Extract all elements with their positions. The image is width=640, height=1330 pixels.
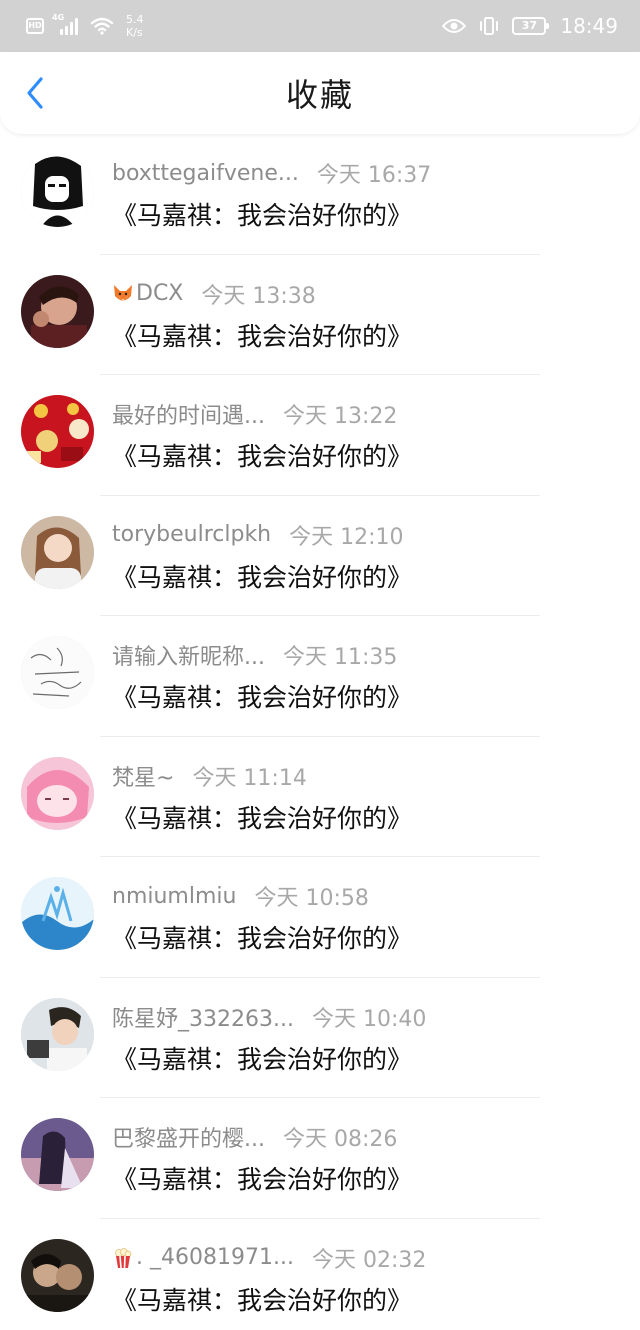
username: . _46081971... [112,1245,294,1270]
speed-value: 5.4 [126,13,144,26]
username: 最好的时间遇... [112,404,265,429]
message-text: 《马嘉祺：我会治好你的》 [112,321,413,351]
wifi-icon [90,17,114,35]
back-button[interactable] [18,76,52,110]
page-title: 收藏 [285,76,354,114]
hd-icon: HD [26,18,44,34]
message-text: 《马嘉祺：我会治好你的》 [112,683,413,712]
message-text: 《马嘉祺：我会治好你的》 [112,1044,413,1074]
timestamp: 今天 16:37 [316,163,432,188]
item-meta: 陈星妤_332263... 今天 10:40 [112,1002,426,1032]
avatar[interactable] [21,756,94,830]
avatar-bw-girl-icon [21,154,94,227]
network-type-label: 4G [52,13,65,22]
item-meta: 梵星~ 今天 11:14 [112,761,307,791]
eye-icon [442,19,467,33]
vibrate-icon [480,17,499,35]
message-text: 《马嘉祺：我会治好你的》 [112,803,413,833]
status-time: 18:49 [560,14,618,38]
username: 请输入新昵称... [112,645,265,670]
username: boxttegaifvene... [112,160,299,186]
timestamp: 今天 11:14 [192,765,307,791]
message-text: 《马嘉祺：我会治好你的》 [112,442,413,471]
avatar[interactable] [21,1118,94,1191]
avatar[interactable] [21,395,94,468]
message-text: 《马嘉祺：我会治好你的》 [112,1165,413,1194]
item-meta: boxttegaifvene... 今天 16:37 [112,158,432,189]
username: 巴黎盛开的樱... [112,1127,265,1152]
timestamp: 今天 12:10 [289,524,404,550]
status-right: 37 18:49 [442,14,618,38]
fox-emoji-icon [114,285,132,301]
list-item[interactable]: 请输入新昵称... 今天 11:35 《马嘉祺：我会治好你的》 [0,616,640,737]
list-item[interactable]: torybeulrclpkh 今天 12:10 《马嘉祺：我会治好你的》 [0,496,640,616]
list-item[interactable]: boxttegaifvene... 今天 16:37 《马嘉祺：我会治好你的》 [0,134,640,255]
username: nmiumlmiu [112,883,237,909]
avatar-boy-studio-icon [21,997,94,1071]
signal-icon: 4G [52,13,78,35]
timestamp: 今天 08:26 [282,1127,398,1152]
item-meta: 最好的时间遇... 今天 13:22 [112,399,397,429]
list-item[interactable]: 陈星妤_332263... 今天 10:40 《马嘉祺：我会治好你的》 [0,978,640,1098]
list-item[interactable]: 最好的时间遇... 今天 13:22 《马嘉祺：我会治好你的》 [0,375,640,496]
avatar[interactable] [21,515,94,589]
message-text: 《马嘉祺：我会治好你的》 [112,562,413,592]
speed-unit: K/s [126,26,143,39]
item-meta: DCX 今天 13:38 [112,279,316,309]
avatar[interactable] [21,154,94,227]
timestamp: 今天 11:35 [282,645,398,670]
timestamp: 今天 13:22 [282,404,398,429]
item-meta: 巴黎盛开的樱... 今天 08:26 [112,1122,397,1152]
avatar-water-splash-icon [21,877,94,950]
favorites-list: boxttegaifvene... 今天 16:37 《马嘉祺：我会治好你的》 … [0,134,640,1330]
avatar-pink-anime-icon [21,756,94,830]
item-meta: . _46081971... 今天 02:32 [112,1243,426,1273]
item-meta: torybeulrclpkh 今天 12:10 [112,520,404,550]
username: 陈星妤_332263... [112,1006,294,1032]
avatar-red-lanterns-icon [21,395,94,468]
message-text: 《马嘉祺：我会治好你的》 [112,924,413,953]
status-bar: HD 4G 5.4 K/s 37 18:49 [0,0,640,52]
avatar-girl-photo-icon [21,515,94,589]
message-text: 《马嘉祺：我会治好你的》 [112,1285,413,1315]
status-left: HD 4G 5.4 K/s [26,13,144,39]
username-text: . _46081971... [136,1245,294,1270]
list-item[interactable]: 巴黎盛开的樱... 今天 08:26 《马嘉祺：我会治好你的》 [0,1098,640,1219]
list-item[interactable]: 梵星~ 今天 11:14 《马嘉祺：我会治好你的》 [0,737,640,857]
avatar[interactable] [21,636,94,709]
avatar-handwriting-icon [21,636,94,709]
username: torybeulrclpkh [112,522,272,547]
avatar[interactable] [21,1238,94,1312]
popcorn-emoji-icon [115,1248,132,1269]
message-text: 《马嘉祺：我会治好你的》 [112,201,413,230]
item-meta: 请输入新昵称... 今天 11:35 [112,640,397,670]
username: 梵星~ [112,765,175,791]
list-item[interactable]: . _46081971... 今天 02:32 《马嘉祺：我会治好你的》 [0,1219,640,1330]
battery-icon: 37 [512,17,550,35]
list-item[interactable]: nmiumlmiu 今天 10:58 《马嘉祺：我会治好你的》 [0,857,640,978]
avatar[interactable] [21,274,94,348]
network-speed: 5.4 K/s [126,13,144,39]
avatar[interactable] [21,877,94,950]
timestamp: 今天 13:38 [201,283,316,309]
item-meta: nmiumlmiu 今天 10:58 [112,881,369,912]
avatar-boy-photo-icon [21,274,94,348]
timestamp: 今天 02:32 [311,1247,427,1273]
timestamp: 今天 10:58 [254,886,369,911]
avatar-anime-dusk-icon [21,1118,94,1191]
avatar[interactable] [21,997,94,1071]
list-item[interactable]: DCX 今天 13:38 《马嘉祺：我会治好你的》 [0,255,640,375]
username: DCX [112,281,183,306]
username-text: DCX [136,281,184,306]
timestamp: 今天 10:40 [311,1006,427,1032]
chevron-left-icon [27,77,43,109]
avatar-couple-dark-icon [21,1238,94,1312]
nav-bar: 收藏 [0,52,640,134]
